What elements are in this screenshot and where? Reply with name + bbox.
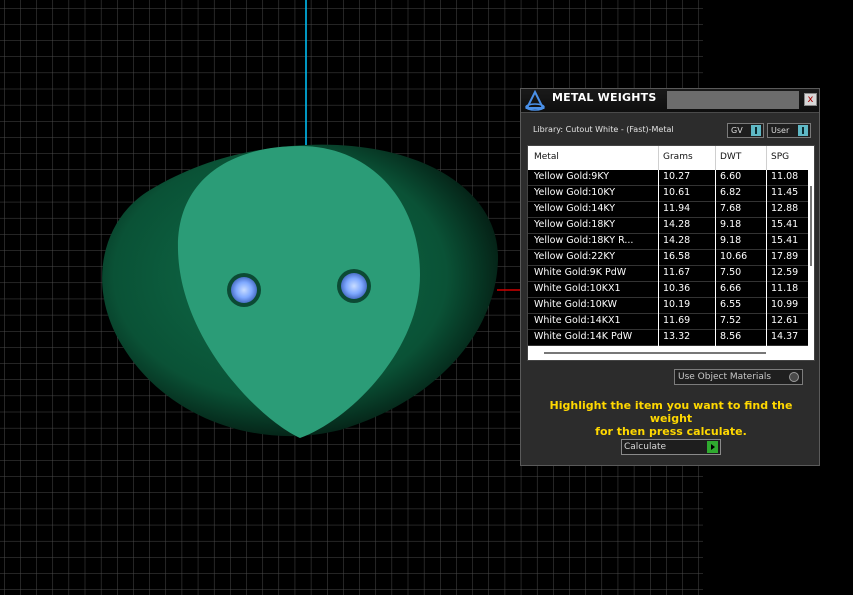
spg-cell: 14.37 [771, 331, 799, 342]
calculate-button-label: Calculate [624, 442, 667, 452]
horizontal-scrollbar[interactable] [528, 346, 814, 360]
dwt-cell: 7.68 [720, 203, 742, 214]
spg-cell: 15.41 [771, 235, 799, 246]
table-row[interactable]: White Gold:14K PdW 13.32 8.56 14.37 [528, 330, 808, 346]
spg-cell: 15.41 [771, 219, 799, 230]
toggle-knob-icon [798, 125, 808, 136]
metal-cell: Yellow Gold:18KY [534, 219, 616, 230]
table-row[interactable]: White Gold:10KX1 10.36 6.66 11.18 [528, 282, 808, 298]
dwt-cell: 7.52 [720, 315, 742, 326]
table-row[interactable]: Yellow Gold:22KY 16.58 10.66 17.89 [528, 250, 808, 266]
instructions-line-2: for then press calculate. [595, 425, 747, 438]
table-row[interactable]: White Gold:9K PdW 11.67 7.50 12.59 [528, 266, 808, 282]
spg-cell: 12.59 [771, 267, 799, 278]
grams-cell: 11.67 [663, 267, 691, 278]
gv-toggle[interactable]: GV [727, 123, 764, 138]
table-row[interactable]: Yellow Gold:18KY 14.28 9.18 15.41 [528, 218, 808, 234]
title-bar-filler [667, 91, 799, 109]
vertical-scrollbar[interactable] [808, 170, 814, 346]
column-header-spg[interactable]: SPG [771, 152, 789, 162]
metal-cell: White Gold:14K PdW [534, 331, 633, 342]
metal-cell: Yellow Gold:18KY R... [534, 235, 634, 246]
dwt-cell: 8.56 [720, 331, 742, 342]
dwt-cell: 6.55 [720, 299, 742, 310]
metal-table[interactable]: Metal Grams DWT SPG Yellow Gold:9KY 10.27… [527, 145, 815, 361]
play-arrow-icon [707, 441, 718, 453]
dwt-cell: 6.60 [720, 171, 742, 182]
dwt-cell: 6.82 [720, 187, 742, 198]
spg-cell: 12.88 [771, 203, 799, 214]
table-body: Yellow Gold:9KY 10.27 6.60 11.08 Yellow Gold… [528, 170, 808, 346]
grams-cell: 10.27 [663, 171, 691, 182]
grams-cell: 11.69 [663, 315, 691, 326]
table-row[interactable]: Yellow Gold:9KY 10.27 6.60 11.08 [528, 170, 808, 186]
vertical-scrollbar-thumb[interactable] [810, 186, 812, 266]
library-label: Library: Cutout White - (Fast)-Metal [533, 125, 674, 134]
dwt-cell: 9.18 [720, 235, 742, 246]
spg-cell: 11.08 [771, 171, 799, 182]
panel-titlebar[interactable]: METAL WEIGHTS x [521, 89, 819, 113]
user-toggle-label: User [771, 126, 790, 135]
table-row[interactable]: White Gold:14KX1 11.69 7.52 12.61 [528, 314, 808, 330]
metal-cell: Yellow Gold:22KY [534, 251, 616, 262]
gem-left-stone [231, 277, 257, 303]
table-row[interactable]: Yellow Gold:18KY R... 14.28 9.18 15.41 [528, 234, 808, 250]
metal-cell: White Gold:10KX1 [534, 283, 621, 294]
instructions-text: Highlight the item you want to find the … [533, 399, 809, 438]
grams-cell: 10.36 [663, 283, 691, 294]
grams-cell: 11.94 [663, 203, 691, 214]
metal-cell: White Gold:10KW [534, 299, 618, 310]
spg-cell: 10.99 [771, 299, 799, 310]
metal-cell: White Gold:9K PdW [534, 267, 627, 278]
grams-cell: 14.28 [663, 219, 691, 230]
metal-cell: White Gold:14KX1 [534, 315, 621, 326]
gem-right-stone [341, 273, 367, 299]
dwt-cell: 9.18 [720, 219, 742, 230]
material-dropdown[interactable]: Use Object Materials [674, 369, 803, 385]
metal-cell: Yellow Gold:9KY [534, 171, 610, 182]
metal-weights-panel: METAL WEIGHTS x Library: Cutout White - … [520, 88, 820, 466]
user-toggle[interactable]: User [767, 123, 811, 138]
spg-cell: 12.61 [771, 315, 799, 326]
dropdown-arrow-icon [789, 372, 799, 382]
panel-title: METAL WEIGHTS [552, 91, 657, 104]
grams-cell: 16.58 [663, 251, 691, 262]
table-row[interactable]: Yellow Gold:10KY 10.61 6.82 11.45 [528, 186, 808, 202]
spg-cell: 17.89 [771, 251, 799, 262]
metal-weights-app-icon [525, 90, 545, 111]
column-header-dwt[interactable]: DWT [720, 152, 741, 162]
calculate-button[interactable]: Calculate [621, 439, 721, 455]
grams-cell: 10.61 [663, 187, 691, 198]
horizontal-scrollbar-thumb[interactable] [544, 352, 766, 354]
spg-cell: 11.45 [771, 187, 799, 198]
spg-cell: 11.18 [771, 283, 799, 294]
gv-toggle-label: GV [731, 126, 743, 135]
dwt-cell: 6.66 [720, 283, 742, 294]
instructions-line-1: Highlight the item you want to find the … [549, 399, 793, 425]
column-header-metal[interactable]: Metal [534, 152, 559, 162]
grams-cell: 13.32 [663, 331, 691, 342]
metal-cell: Yellow Gold:14KY [534, 203, 616, 214]
column-header-grams[interactable]: Grams [663, 152, 693, 162]
toggle-knob-icon [751, 125, 761, 136]
material-dropdown-value: Use Object Materials [678, 372, 772, 382]
dwt-cell: 7.50 [720, 267, 742, 278]
grams-cell: 10.19 [663, 299, 691, 310]
metal-cell: Yellow Gold:10KY [534, 187, 616, 198]
grams-cell: 14.28 [663, 235, 691, 246]
dwt-cell: 10.66 [720, 251, 748, 262]
table-row[interactable]: White Gold:10KW 10.19 6.55 10.99 [528, 298, 808, 314]
table-header: Metal Grams DWT SPG [528, 146, 814, 346]
table-row[interactable]: Yellow Gold:14KY 11.94 7.68 12.88 [528, 202, 808, 218]
close-icon[interactable]: x [804, 93, 817, 106]
